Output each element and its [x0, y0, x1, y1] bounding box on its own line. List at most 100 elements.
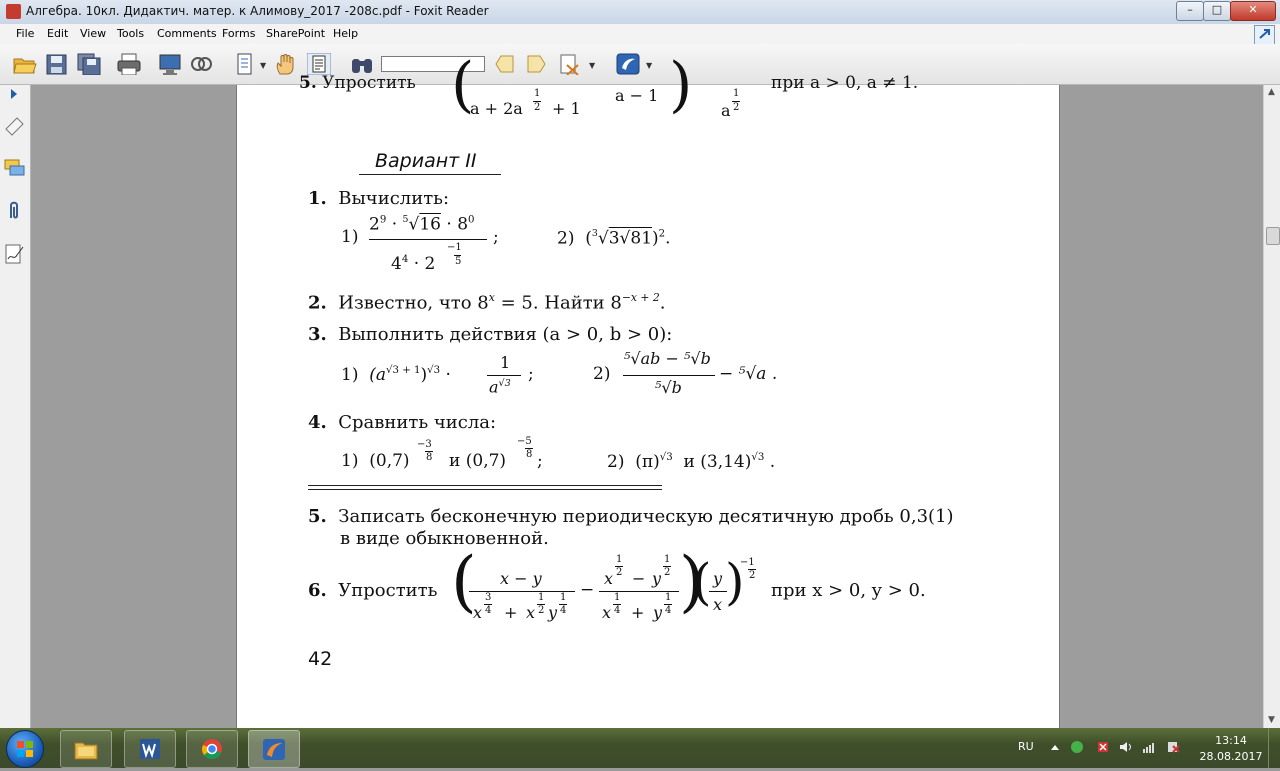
scroll-up-icon[interactable]: ▲ [1268, 87, 1275, 97]
clock-date[interactable]: 28.08.2017 [1196, 750, 1266, 763]
menu-forms[interactable]: Forms [222, 27, 255, 40]
variant-heading: Вариант II [375, 150, 477, 172]
pages-dropdown-icon[interactable]: ▼ [260, 61, 266, 70]
prev-den3-exp-den: 2 [733, 102, 740, 113]
menu-edit[interactable]: Edit [47, 27, 68, 40]
p6-f2-num-b-d: 2 [664, 567, 671, 578]
p4-b-expression: 2) (π)√3 и (3,14)√3 . [607, 452, 776, 473]
prev-den3-exp-num: 1 [733, 88, 740, 99]
p6-f1-plus: + [504, 603, 518, 622]
p6-f2-den-b-d: 4 [665, 605, 672, 616]
menu-sharepoint[interactable]: SharePoint [266, 27, 325, 40]
problem-4-text: 4. Сравнить числа: [308, 412, 497, 433]
prev-den1-exp-den: 2 [534, 102, 541, 113]
menu-tools[interactable]: Tools [117, 27, 144, 40]
problem-5-line2: в виде обыкновенной. [340, 528, 549, 549]
p6-f2-den-a: x [602, 603, 612, 622]
volume-icon[interactable] [1118, 740, 1132, 754]
menu-comments[interactable]: Comments [157, 27, 217, 40]
menu-file[interactable]: File [16, 27, 34, 40]
network-icon[interactable] [1142, 740, 1156, 754]
maximize-button[interactable]: □ [1203, 1, 1231, 21]
p6-f2-num-b: y [652, 569, 662, 588]
prev-condition: при a > 0, a ≠ 1. [771, 73, 919, 93]
vertical-scrollbar[interactable]: ▲ ▼ [1263, 85, 1280, 728]
p1-a-label: 1) [341, 227, 359, 247]
prev-den3: a [721, 101, 731, 120]
hand-icon[interactable] [274, 53, 298, 75]
print-icon[interactable] [117, 53, 141, 75]
restore-icon [1259, 29, 1270, 39]
taskbar-foxit-reader[interactable] [248, 730, 300, 768]
signature-icon[interactable] [3, 243, 25, 265]
select-text-icon[interactable] [307, 53, 331, 75]
close-icon: ✕ [1248, 3, 1258, 16]
p4-a-semicolon: ; [537, 451, 543, 471]
minimize-icon: – [1187, 3, 1193, 16]
p1-a-semicolon: ; [493, 227, 499, 247]
minimize-button[interactable]: – [1176, 1, 1204, 21]
tray-app-icon[interactable] [1070, 740, 1084, 754]
p6-condition: при x > 0, y > 0. [771, 580, 926, 601]
scroll-thumb[interactable] [1266, 227, 1280, 245]
scroll-down-icon[interactable]: ▼ [1268, 715, 1275, 725]
taskbar-word[interactable] [124, 730, 176, 768]
p6-f1-numerator: x − y [500, 569, 542, 588]
foxit-icon[interactable] [616, 53, 640, 75]
menu-view[interactable]: View [80, 27, 106, 40]
prev-problem-number: 5. Упростить [299, 73, 416, 93]
p6-f2-num-a-d: 2 [616, 567, 623, 578]
save-icon[interactable] [45, 53, 69, 75]
p4-a-second: и (0,7) [449, 451, 507, 471]
foxit-reader-icon [263, 739, 285, 760]
menu-bar: File Edit View Tools Comments Forms Shar… [0, 24, 1280, 44]
scan-icon[interactable] [189, 53, 213, 75]
title-bar[interactable]: Алгебра. 10кл. Дидактич. матер. к Алимов… [0, 0, 1280, 25]
find-options-dropdown-icon[interactable]: ▼ [589, 61, 595, 70]
p1-a-den-exp-den: 5 [455, 256, 462, 267]
p1-a-denominator: 44 · 2 [391, 254, 436, 275]
p6-f1-den-c: y [548, 603, 558, 622]
p6-f2-num-minus: − [632, 569, 646, 588]
clock-time[interactable]: 13:14 [1206, 734, 1256, 747]
tray-security-icon[interactable] [1096, 740, 1110, 754]
p4-a-first: 1) (0,7) [341, 451, 410, 471]
comments-icon[interactable] [3, 157, 25, 179]
expand-arrow-icon[interactable] [3, 87, 25, 101]
p3-a-semicolon: ; [528, 364, 534, 384]
find-options-icon[interactable] [558, 53, 582, 75]
foxit-dropdown-icon[interactable]: ▼ [646, 61, 652, 70]
prev-den1: a + 2a [470, 99, 523, 118]
pages-icon[interactable] [233, 53, 257, 75]
p6-f1-den-a-n: 3 [485, 592, 492, 603]
taskbar-chrome[interactable] [186, 730, 238, 768]
taskbar-explorer[interactable] [60, 730, 112, 768]
p6-mid-minus: − [580, 580, 595, 600]
bookmark-icon[interactable] [3, 115, 25, 137]
save-all-icon[interactable] [77, 53, 101, 75]
action-center-icon[interactable] [1166, 740, 1180, 754]
screen-icon[interactable] [158, 53, 182, 75]
tray-language[interactable]: RU [1018, 740, 1034, 753]
attachment-icon[interactable] [3, 199, 25, 221]
find-prev-icon[interactable] [493, 53, 517, 75]
taskbar: RU 13:14 28.08.2017 [0, 728, 1280, 768]
close-button[interactable]: ✕ [1230, 1, 1276, 21]
menu-help[interactable]: Help [333, 27, 358, 40]
prev-close-paren: ) [669, 50, 693, 120]
foxit-app-icon[interactable] [6, 4, 21, 19]
find-next-icon[interactable] [524, 53, 548, 75]
p1-a-den-exp: −1 [447, 242, 462, 253]
p4-a-first-exp-den: 8 [426, 452, 433, 463]
restore-document-button[interactable] [1254, 25, 1275, 45]
p3-b-denominator: ⁵√b [655, 378, 682, 397]
p6-f2-den-b-n: 1 [665, 592, 672, 603]
show-desktop-button[interactable] [1268, 728, 1280, 768]
pdf-page: 5. Упростить ( a + 2a 1 2 + 1 a − 1 ) a … [236, 55, 1060, 728]
start-button[interactable] [6, 730, 44, 768]
p6-f1-den-b-n: 1 [538, 592, 545, 603]
open-icon[interactable] [13, 53, 37, 75]
tray-expand-icon[interactable] [1048, 740, 1062, 754]
problem-1-text: 1. Вычислить: [308, 188, 450, 209]
binoculars-icon[interactable] [350, 53, 374, 75]
